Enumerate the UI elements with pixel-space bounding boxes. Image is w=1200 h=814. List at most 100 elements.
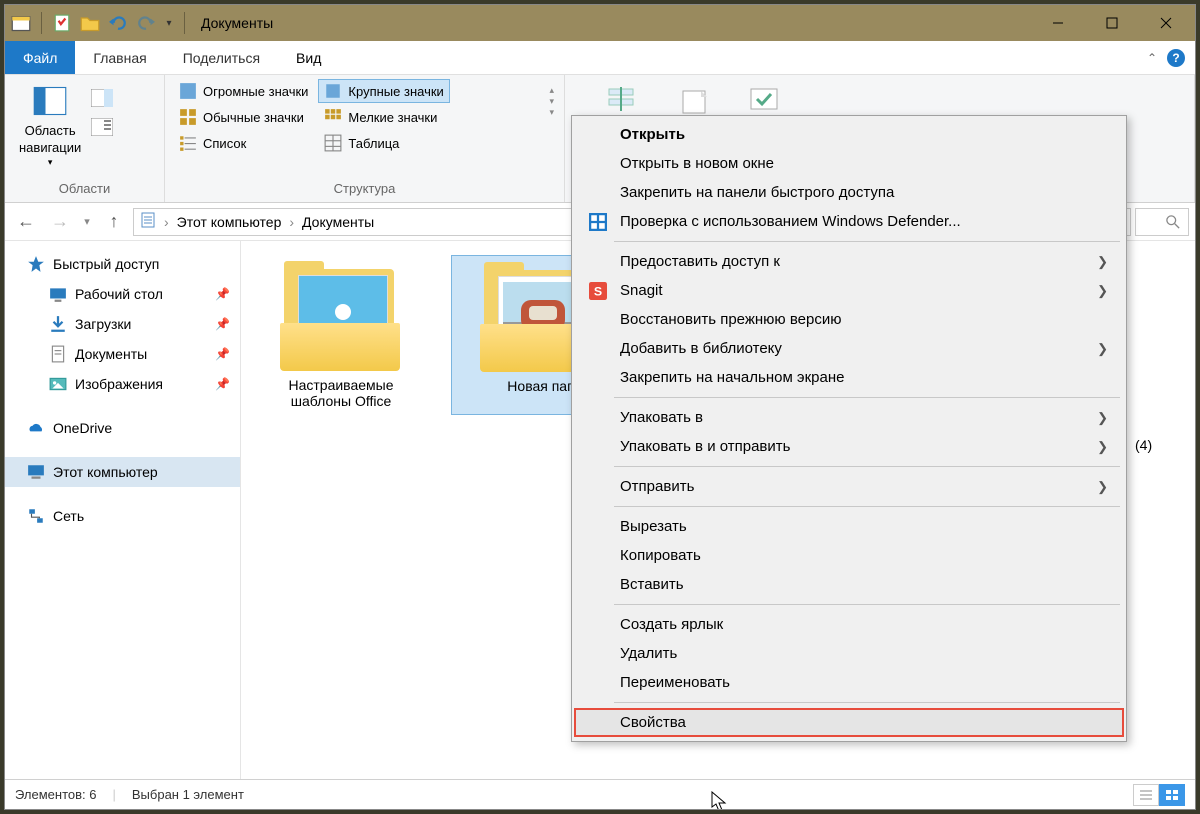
window-title: Документы [201, 15, 273, 31]
separator [614, 241, 1120, 242]
qat-dropdown-icon[interactable]: ▾ [160, 9, 178, 37]
ctx-open[interactable]: Открыть [574, 120, 1124, 149]
layout-more-icon[interactable]: ▾ [549, 107, 554, 118]
tab-home[interactable]: Главная [75, 41, 164, 74]
minimize-button[interactable] [1031, 5, 1085, 41]
nav-downloads[interactable]: Загрузки 📌 [5, 309, 240, 339]
quick-access-toolbar: ▾ [7, 9, 178, 37]
layout-scroll-up-icon[interactable]: ▴ [549, 85, 554, 96]
options-icon[interactable] [749, 87, 779, 116]
ctx-add-library[interactable]: Добавить в библиотеку❯ [574, 334, 1124, 363]
separator [614, 466, 1120, 467]
nav-network[interactable]: Сеть [5, 501, 240, 531]
layout-small-icons[interactable]: Мелкие значки [318, 105, 449, 129]
nav-documents[interactable]: Документы 📌 [5, 339, 240, 369]
breadcrumb-current[interactable]: Документы [302, 214, 374, 230]
ctx-rename[interactable]: Переименовать [574, 668, 1124, 697]
details-pane-icon[interactable] [91, 118, 113, 141]
window-controls [1031, 5, 1193, 41]
ctx-pack-to[interactable]: Упаковать в❯ [574, 403, 1124, 432]
view-details-button[interactable] [1133, 784, 1159, 806]
pin-icon: 📌 [215, 317, 230, 331]
forward-button[interactable]: → [45, 207, 75, 237]
chevron-right-icon: ❯ [1097, 410, 1108, 426]
context-menu: Открыть Открыть в новом окне Закрепить н… [571, 115, 1127, 742]
chevron-right-icon: ❯ [1097, 283, 1108, 299]
snagit-icon: S [588, 281, 608, 301]
close-button[interactable] [1139, 5, 1193, 41]
layout-normal-icons[interactable]: Обычные значки [173, 105, 314, 129]
tab-share[interactable]: Поделиться [165, 41, 278, 74]
nav-pictures[interactable]: Изображения 📌 [5, 369, 240, 399]
ctx-cut[interactable]: Вырезать [574, 512, 1124, 541]
properties-icon[interactable] [48, 9, 76, 37]
separator [614, 604, 1120, 605]
pin-icon: 📌 [215, 287, 230, 301]
breadcrumb-root[interactable]: Этот компьютер [177, 214, 282, 230]
separator [614, 397, 1120, 398]
ctx-pack-send[interactable]: Упаковать в и отправить❯ [574, 432, 1124, 461]
ctx-copy[interactable]: Копировать [574, 541, 1124, 570]
ctx-restore-prev[interactable]: Восстановить прежнюю версию [574, 305, 1124, 334]
file-label-partial: (4) [1135, 437, 1152, 453]
ctx-paste[interactable]: Вставить [574, 570, 1124, 599]
ribbon-group-layout-label: Структура [173, 179, 556, 200]
ctx-pin-start[interactable]: Закрепить на начальном экране [574, 363, 1124, 392]
recent-dropdown[interactable]: ▾ [79, 207, 95, 237]
up-button[interactable]: ↑ [99, 207, 129, 237]
pin-icon: 📌 [215, 377, 230, 391]
help-icon[interactable]: ? [1167, 49, 1185, 67]
status-selected: Выбран 1 элемент [132, 787, 244, 802]
nav-quick-access[interactable]: Быстрый доступ [5, 249, 240, 279]
preview-pane-icon[interactable] [91, 89, 113, 112]
layout-list[interactable]: Список [173, 131, 314, 155]
ctx-defender[interactable]: Проверка с использованием Windows Defend… [574, 207, 1124, 236]
desktop-icon [49, 285, 67, 303]
ctx-delete[interactable]: Удалить [574, 639, 1124, 668]
defender-icon [588, 212, 608, 232]
nav-desktop[interactable]: Рабочий стол 📌 [5, 279, 240, 309]
maximize-button[interactable] [1085, 5, 1139, 41]
downloads-icon [49, 315, 67, 333]
separator [184, 12, 185, 34]
network-icon [27, 507, 45, 525]
svg-text:S: S [594, 284, 602, 298]
nav-this-pc[interactable]: Этот компьютер [5, 457, 240, 487]
pictures-icon [49, 375, 67, 393]
menubar: Файл Главная Поделиться Вид ⌃ ? [5, 41, 1195, 75]
search-icon [1166, 215, 1180, 229]
new-folder-icon[interactable] [76, 9, 104, 37]
redo-icon[interactable] [132, 9, 160, 37]
collapse-ribbon-icon[interactable]: ⌃ [1147, 51, 1157, 65]
nav-onedrive[interactable]: OneDrive [5, 413, 240, 443]
layout-huge-icons[interactable]: Огромные значки [173, 79, 314, 103]
file-label: Настраиваемые шаблоны Office [257, 377, 425, 409]
pin-icon: 📌 [215, 347, 230, 361]
view-icons-button[interactable] [1159, 784, 1185, 806]
ctx-shortcut[interactable]: Создать ярлык [574, 610, 1124, 639]
search-field[interactable] [1135, 208, 1189, 236]
ctx-open-new-window[interactable]: Открыть в новом окне [574, 149, 1124, 178]
ctx-pin-quick[interactable]: Закрепить на панели быстрого доступа [574, 178, 1124, 207]
ribbon-group-panes-label: Области [13, 179, 156, 200]
ctx-snagit[interactable]: S Snagit❯ [574, 276, 1124, 305]
ctx-share-access[interactable]: Предоставить доступ к❯ [574, 247, 1124, 276]
star-icon [27, 255, 45, 273]
status-count: Элементов: 6 [15, 787, 96, 802]
file-label: Новая пап [507, 378, 574, 394]
layout-large-icons[interactable]: Крупные значки [318, 79, 449, 103]
ctx-properties[interactable]: Свойства [574, 708, 1124, 737]
chevron-right-icon: ❯ [1097, 479, 1108, 495]
folder-icon [276, 261, 406, 371]
folder-item[interactable]: Настраиваемые шаблоны Office [251, 255, 431, 415]
ctx-send-to[interactable]: Отправить❯ [574, 472, 1124, 501]
tab-file[interactable]: Файл [5, 41, 75, 74]
layout-table[interactable]: Таблица [318, 131, 449, 155]
undo-icon[interactable] [104, 9, 132, 37]
navigation-pane-button[interactable]: Область навигации ▾ [13, 79, 87, 172]
app-icon[interactable] [7, 9, 35, 37]
back-button[interactable]: ← [11, 207, 41, 237]
navigation-pane: Быстрый доступ Рабочий стол 📌 Загрузки 📌… [5, 241, 241, 779]
tab-view[interactable]: Вид [278, 41, 339, 74]
layout-scroll-down-icon[interactable]: ▾ [549, 96, 554, 107]
